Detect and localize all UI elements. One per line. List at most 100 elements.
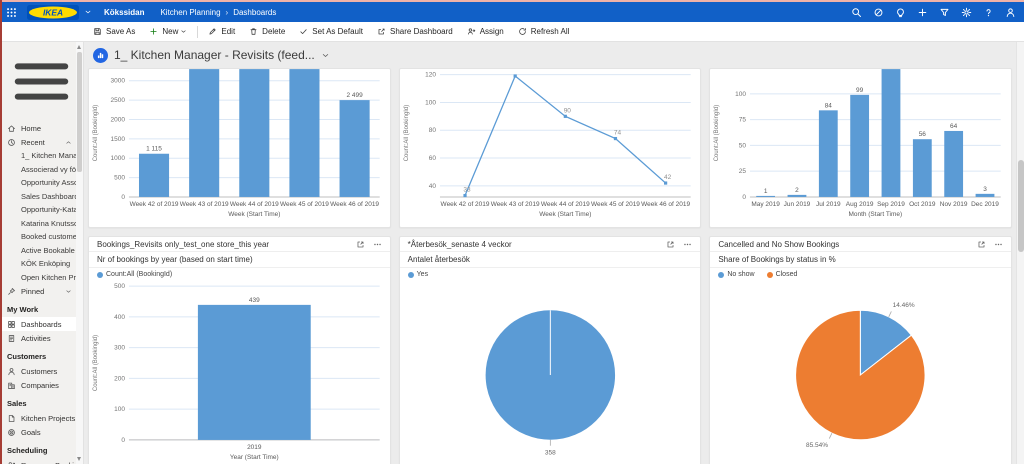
svg-text:1 115: 1 115 [146, 146, 162, 153]
legend-item[interactable]: Yes [407, 271, 428, 278]
chevron-down-icon [180, 28, 187, 35]
new-button[interactable]: New [142, 22, 194, 42]
svg-text:100: 100 [735, 91, 746, 98]
pie-chart-cancelled-noshow[interactable]: 14.46% 85.54% [710, 280, 1011, 464]
sidebar-recent-item[interactable]: Associerad vy för f... [0, 163, 76, 177]
resource-bookings-icon [7, 461, 16, 464]
circle-slash-button[interactable] [873, 7, 884, 18]
app-launcher-button[interactable] [6, 7, 17, 18]
svg-text:90: 90 [563, 107, 571, 114]
sidebar-scrollbar[interactable] [76, 42, 83, 464]
svg-text:50: 50 [739, 142, 747, 149]
expand-icon[interactable] [977, 240, 986, 249]
sidebar-item-goals[interactable]: Goals [0, 425, 76, 439]
expand-icon[interactable] [356, 240, 365, 249]
sidebar-item-activities[interactable]: Activities [0, 331, 76, 345]
scroll-down-arrow-icon[interactable] [77, 457, 81, 461]
ikea-logo-svg: IKEA [27, 4, 79, 20]
svg-text:0: 0 [743, 194, 747, 201]
scroll-up-arrow-icon[interactable] [77, 45, 81, 49]
breadcrumb-separator: › [225, 7, 229, 17]
filter-button[interactable] [939, 7, 950, 18]
delete-button[interactable]: Delete [242, 22, 292, 42]
dashboard-title[interactable]: 1_ Kitchen Manager - Revisits (feed... [114, 48, 315, 62]
sidebar-sections: My Work Dashboards Activities Customers Cust… [0, 298, 76, 464]
sidebar-recent-item[interactable]: Opportunity Asso... [0, 176, 76, 190]
pie-chart-revisits[interactable]: 358 [400, 280, 701, 464]
sidebar-item-label: Home [21, 123, 42, 133]
search-button[interactable] [851, 7, 862, 18]
sidebar-item-recent[interactable]: Recent [0, 135, 76, 149]
sitemap-menu-button[interactable] [0, 44, 76, 119]
sidebar-item-home[interactable]: Home [0, 121, 76, 135]
ikea-logo[interactable]: IKEA [27, 4, 79, 20]
gear-icon [961, 7, 972, 18]
share-icon [377, 27, 386, 36]
sidebar-section-scheduling: Scheduling [7, 446, 48, 455]
svg-text:300: 300 [114, 345, 125, 352]
svg-text:120: 120 [425, 72, 436, 79]
sidebar-recent-item[interactable]: Opportunity-Katar... [0, 203, 76, 217]
plus-button[interactable] [917, 7, 928, 18]
ellipsis-icon[interactable] [994, 240, 1003, 249]
svg-text:85.54%: 85.54% [806, 442, 828, 449]
sidebar-item-pinned[interactable]: Pinned [0, 284, 76, 298]
svg-text:2 499: 2 499 [346, 92, 363, 99]
main-scrollbar-thumb[interactable] [1018, 160, 1024, 252]
person-button[interactable] [1005, 7, 1016, 18]
sidebar-item-resource-bookings[interactable]: Resource Bookings [0, 458, 76, 464]
sidebar-scrollbar-thumb[interactable] [77, 52, 82, 172]
sidebar-recent-item[interactable]: Booked customers... [0, 230, 76, 244]
sidebar-recent-item[interactable]: Open Kitchen Proj... [0, 271, 76, 285]
set-as-default-button[interactable]: Set As Default [292, 22, 370, 42]
legend-item[interactable]: Count:All (BookingId) [97, 271, 172, 278]
legend-swatch [718, 271, 725, 278]
sidebar-recent-item[interactable]: Sales Dashboard [0, 190, 76, 204]
legend-item[interactable]: No show [718, 271, 755, 278]
sidebar-item-dashboards[interactable]: Dashboards [0, 317, 76, 331]
save-as-button[interactable]: Save As [86, 22, 142, 42]
sidebar-item-label: Recent [21, 137, 45, 147]
chevron-down-icon[interactable] [321, 51, 330, 60]
bar-chart-bookings-by-month[interactable]: 0 25 50 75 100 May 2019 Jun 2019 Jul 2019 Aug 20… [710, 69, 1011, 227]
breadcrumb-page[interactable]: Dashboards [233, 8, 276, 17]
org-name[interactable]: Kökssidan [104, 8, 144, 17]
card-title: *Återbesök_senaste 4 veckor [407, 240, 512, 249]
sidebar-item-label: Goals [21, 427, 41, 437]
bar-chart-bookings-by-week[interactable]: 050010001500200025003000Week 42 of 2019 W… [89, 69, 390, 227]
lightbulb-button[interactable] [895, 7, 906, 18]
assign-icon [467, 27, 476, 36]
sidebar-item-kitchen-projects[interactable]: Kitchen Projects [0, 411, 76, 425]
main-scrollbar[interactable] [1016, 42, 1024, 464]
help-icon [983, 7, 994, 18]
assign-button[interactable]: Assign [460, 22, 511, 42]
share-dashboard-button[interactable]: Share Dashboard [370, 22, 460, 42]
svg-text:3: 3 [984, 186, 988, 193]
ellipsis-icon[interactable] [683, 240, 692, 249]
svg-text:Month (Start Time): Month (Start Time) [849, 211, 903, 218]
svg-text:100: 100 [425, 99, 436, 106]
sidebar-recent-item[interactable]: Katarina Knutsson... [0, 217, 76, 231]
breadcrumb-app[interactable]: Kitchen Planning [160, 8, 220, 17]
site-map-sidebar: Home Recent 1_ Kitchen Manag... Associera… [0, 42, 84, 464]
help-button[interactable] [983, 7, 994, 18]
refresh-all-button[interactable]: Refresh All [511, 22, 577, 42]
sidebar-recent-item[interactable]: Active Bookable R... [0, 244, 76, 258]
line-chart-bookings-by-week[interactable]: 40 60 80 100 120 Week 42 of 2019 Week 43 of 20… [400, 69, 701, 227]
dashboard-grid: 0 500 1000 1500 2000 2500 3000 Week 42 of 2019 W… [88, 68, 1016, 464]
svg-text:Count:All (Bookingid): Count:All (Bookingid) [93, 335, 99, 391]
expand-icon[interactable] [666, 240, 675, 249]
sidebar-item-label: Dashboards [21, 319, 62, 329]
sidebar-recent-item[interactable]: KÖK Enköping [0, 257, 76, 271]
check-icon [299, 27, 308, 36]
edit-button[interactable]: Edit [201, 22, 242, 42]
sidebar-item-companies[interactable]: Companies [0, 378, 76, 392]
legend-item[interactable]: Closed [766, 271, 797, 278]
svg-text:Count:All (BookingId): Count:All (BookingId) [714, 105, 720, 162]
gear-button[interactable] [961, 7, 972, 18]
ellipsis-icon[interactable] [373, 240, 382, 249]
chevron-down-icon[interactable] [84, 8, 92, 16]
sidebar-item-customers[interactable]: Customers [0, 364, 76, 378]
bar-chart-bookings-by-year[interactable]: 0 100 200 300 400 500 2019 Year (Start Time) Cou… [89, 280, 390, 464]
sidebar-recent-item[interactable]: 1_ Kitchen Manag... [0, 149, 76, 163]
